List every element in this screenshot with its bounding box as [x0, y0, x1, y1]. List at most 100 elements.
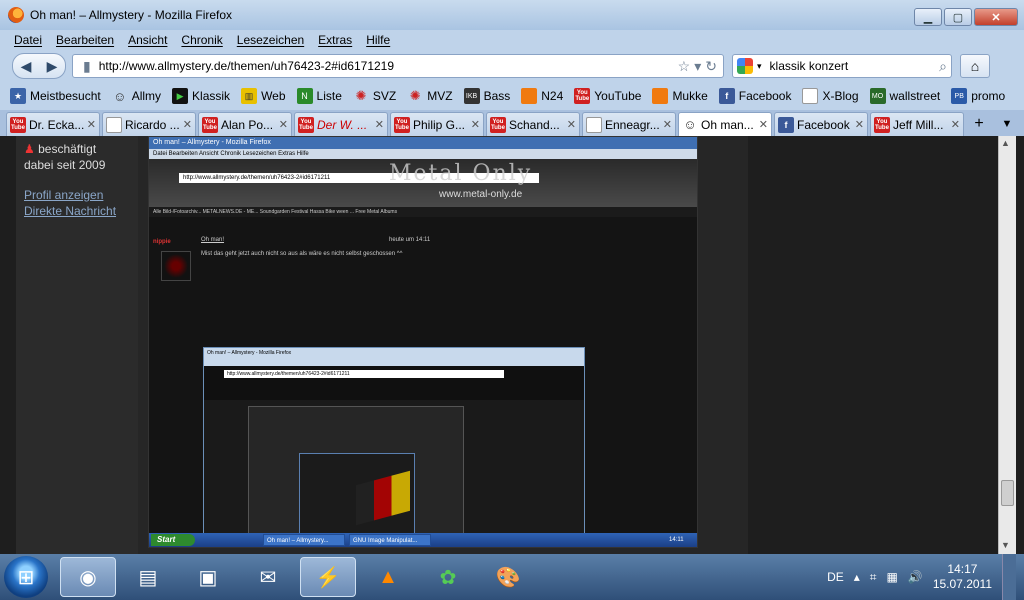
bookmarks-toolbar: ★ Meistbesucht ☺ Allmy ▶ Klassik ▥ Web N…	[0, 82, 1024, 110]
youtube-icon: You Tube	[10, 116, 26, 133]
reload-icon[interactable]: ↻	[705, 58, 717, 75]
close-tab-icon[interactable]: ✕	[951, 118, 960, 131]
scroll-up-icon[interactable]: ▲	[1001, 138, 1010, 148]
close-button[interactable]: ✕	[974, 8, 1018, 26]
bookmark-mvz[interactable]: ✺ MVZ	[407, 88, 453, 104]
search-bar[interactable]: ▾ klassik konzert ⌕	[732, 54, 952, 78]
volume-icon[interactable]: 🔊	[908, 570, 923, 584]
url-bar[interactable]: ▮ http://www.allmystery.de/themen/uh7642…	[72, 54, 724, 78]
bookmark-label: YouTube	[594, 89, 642, 103]
taskbar-firefox[interactable]: ◉	[60, 557, 116, 597]
close-tab-icon[interactable]: ✕	[183, 118, 192, 131]
bookmark-n24[interactable]: N24	[521, 88, 563, 104]
menu-ansicht[interactable]: Ansicht	[128, 33, 167, 47]
bookmark-allmy[interactable]: ☺ Allmy	[112, 88, 161, 104]
tab-enneagr[interactable]: Enneagr... ✕	[582, 112, 676, 136]
maximize-button[interactable]: ▢	[944, 8, 972, 26]
computer-icon: ▣	[198, 566, 218, 589]
language-indicator[interactable]: DE	[827, 570, 844, 584]
tab-facebook[interactable]: f Facebook ✕	[774, 112, 868, 136]
tab-ricardo[interactable]: Ricardo ... ✕	[102, 112, 196, 136]
menu-lesezeichen[interactable]: Lesezeichen	[237, 33, 304, 47]
search-input[interactable]: klassik konzert	[770, 59, 936, 73]
clock[interactable]: 14:17 15.07.2011	[933, 562, 992, 592]
network-icon[interactable]: ▦	[887, 570, 898, 584]
bookmark-label: Liste	[316, 89, 342, 103]
vlc-cone-icon: ▲	[378, 565, 398, 588]
bookmark-youtube[interactable]: You Tube YouTube	[574, 88, 641, 104]
menu-bearbeiten[interactable]: Bearbeiten	[56, 33, 114, 47]
bookmark-label: wallstreet	[889, 89, 941, 103]
bookmark-xblog[interactable]: X-Blog	[802, 88, 859, 104]
embedded-banner: http://www.allmystery.de/themen/uh76423-…	[149, 159, 697, 207]
tab-alan-po[interactable]: You Tube Alan Po... ✕	[198, 112, 292, 136]
bookmark-svz[interactable]: ✺ SVZ	[353, 88, 396, 104]
embedded-post-text: Mist das geht jetzt auch nicht so aus al…	[201, 251, 403, 257]
bookmark-mukke[interactable]: Mukke	[652, 88, 708, 104]
windows-logo-icon: ⊞	[17, 566, 35, 589]
menu-chronik[interactable]: Chronik	[181, 33, 222, 47]
home-button[interactable]: ⌂	[960, 54, 990, 78]
youtube-icon: You Tube	[490, 116, 506, 133]
embedded-post: Oh man! Mist das geht jetzt auch nicht s…	[201, 237, 421, 257]
profile-link[interactable]: Profil anzeigen	[24, 188, 130, 202]
minimize-button[interactable]: ▁	[914, 8, 942, 26]
menu-datei[interactable]: Datei	[14, 33, 42, 47]
safely-remove-icon[interactable]: ⌗	[870, 570, 877, 585]
taskbar-paint[interactable]: 🎨	[480, 557, 536, 597]
back-arrow-icon[interactable]: ◀	[13, 58, 39, 75]
url-input[interactable]: http://www.allmystery.de/themen/uh76423-…	[99, 59, 674, 73]
dropdown-arrow-icon[interactable]: ▾	[694, 58, 701, 75]
close-tab-icon[interactable]: ✕	[471, 118, 480, 131]
bookmark-liste[interactable]: N Liste	[296, 88, 342, 104]
taskbar-winamp[interactable]: ⚡	[300, 557, 356, 597]
site-identity-icon[interactable]: ▮	[83, 58, 91, 75]
bookmark-meistbesucht[interactable]: ★ Meistbesucht	[10, 88, 101, 104]
taskbar-icq[interactable]: ✿	[420, 557, 476, 597]
bookmark-label: X-Blog	[822, 89, 859, 103]
tab-philip-g[interactable]: You Tube Philip G... ✕	[390, 112, 484, 136]
tab-oh-man[interactable]: ☺ Oh man... ✕	[678, 112, 772, 136]
scroll-down-icon[interactable]: ▼	[1001, 540, 1010, 550]
scrollbar-thumb[interactable]	[1001, 480, 1014, 506]
bookmark-klassik[interactable]: ▶ Klassik	[172, 88, 230, 104]
tab-der-w[interactable]: You Tube Der W. ... ✕	[294, 112, 388, 136]
search-engine-dropdown-icon[interactable]: ▾	[757, 61, 762, 72]
menu-extras[interactable]: Extras	[318, 33, 352, 47]
search-icon[interactable]: ⌕	[939, 58, 947, 75]
start-button[interactable]: ⊞	[4, 556, 48, 598]
google-icon[interactable]	[737, 58, 753, 74]
show-hidden-icons-icon[interactable]: ▴	[854, 570, 860, 584]
taskbar-task-manager[interactable]: ▣	[180, 557, 236, 597]
bookmark-web[interactable]: ▥ Web	[241, 88, 286, 104]
tab-dr-eckart[interactable]: You Tube Dr. Ecka... ✕	[6, 112, 100, 136]
tab-schand[interactable]: You Tube Schand... ✕	[486, 112, 580, 136]
close-tab-icon[interactable]: ✕	[663, 118, 672, 131]
taskbar-thunderbird[interactable]: ✉	[240, 557, 296, 597]
list-all-tabs-button[interactable]: ▼	[994, 112, 1020, 136]
taskbar-explorer[interactable]: ▤	[120, 557, 176, 597]
tab-jeff-mill[interactable]: You Tube Jeff Mill... ✕	[870, 112, 964, 136]
nested-screenshot-level-4	[299, 453, 415, 541]
embedded-start-button: Start	[151, 534, 195, 546]
close-tab-icon[interactable]: ✕	[759, 118, 768, 131]
menu-hilfe[interactable]: Hilfe	[366, 33, 390, 47]
tab-label: Jeff Mill...	[893, 117, 944, 132]
close-tab-icon[interactable]: ✕	[855, 118, 864, 131]
direct-message-link[interactable]: Direkte Nachricht	[24, 204, 130, 218]
close-tab-icon[interactable]: ✕	[375, 118, 384, 131]
close-tab-icon[interactable]: ✕	[567, 118, 576, 131]
new-tab-button[interactable]: +	[966, 112, 992, 136]
vertical-scrollbar[interactable]: ▲ ▼	[998, 136, 1016, 554]
forward-arrow-icon[interactable]: ▶	[39, 58, 65, 75]
bookmark-wallstreet[interactable]: MO wallstreet	[869, 88, 941, 104]
bookmark-facebook[interactable]: f Facebook	[718, 88, 791, 104]
show-desktop-button[interactable]	[1002, 554, 1016, 600]
bookmark-bass[interactable]: IKB Bass	[463, 88, 510, 104]
close-tab-icon[interactable]: ✕	[279, 118, 288, 131]
tab-label: Alan Po...	[221, 117, 274, 132]
bookmark-promo[interactable]: PB promo	[951, 88, 1005, 104]
star-bookmark-icon[interactable]: ☆	[678, 58, 691, 75]
close-tab-icon[interactable]: ✕	[87, 118, 96, 131]
taskbar-vlc[interactable]: ▲	[360, 557, 416, 597]
